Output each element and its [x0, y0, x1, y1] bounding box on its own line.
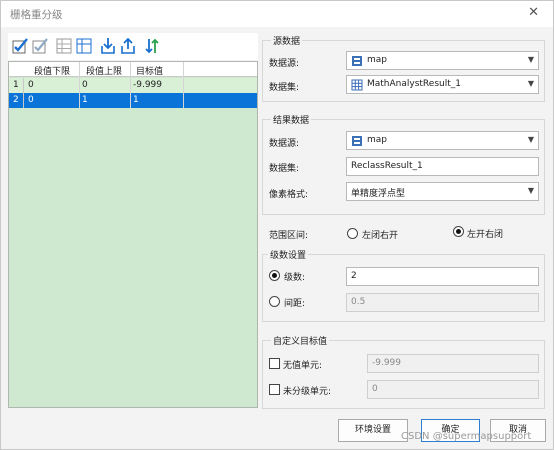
row-number: 2: [9, 93, 24, 108]
unclassed-checkbox[interactable]: [269, 384, 280, 395]
environment-settings-button[interactable]: 环境设置: [338, 419, 408, 442]
datasource-icon: [352, 136, 362, 146]
table-header: 段值下限 段值上限 目标值: [9, 62, 257, 77]
chevron-down-icon[interactable]: ▼: [528, 55, 534, 64]
column-divider: [183, 62, 184, 108]
cell-high[interactable]: 0: [82, 80, 88, 90]
nodata-input[interactable]: -9.999: [367, 354, 539, 373]
result-dataset-label: 数据集:: [269, 164, 300, 174]
source-group-label: 源数据: [271, 34, 303, 47]
cell-target[interactable]: -9.999: [133, 80, 162, 90]
level-count-label[interactable]: 级数:: [284, 270, 305, 283]
reclass-table[interactable]: 段值下限 段值上限 目标值 1 0 0 -9.999 2 0 1 1: [8, 61, 258, 408]
cell-low[interactable]: 0: [28, 80, 34, 90]
chevron-down-icon[interactable]: ▼: [528, 79, 534, 88]
source-dataset-combo[interactable]: MathAnalystResult_1 ▼: [346, 75, 539, 94]
cell-target[interactable]: 1: [133, 95, 139, 105]
row-number: 1: [9, 78, 24, 93]
source-datasource-combo[interactable]: map ▼: [346, 51, 539, 70]
nodata-checkbox[interactable]: [269, 358, 280, 369]
pixel-format-combo[interactable]: 单精度浮点型 ▼: [346, 182, 539, 201]
level-count-input[interactable]: 2: [346, 267, 539, 286]
select-invert-icon[interactable]: [30, 36, 50, 56]
chevron-down-icon[interactable]: ▼: [528, 135, 534, 144]
levels-group-label: 级数设置: [268, 248, 309, 261]
level-count-radio[interactable]: [269, 270, 280, 281]
source-dataset-label: 数据集:: [269, 83, 300, 93]
pixel-format-label: 像素格式:: [269, 190, 309, 200]
grid-dataset-icon: [351, 79, 363, 91]
range-left-closed-label[interactable]: 左闭右开: [362, 228, 398, 241]
custom-target-group-label: 自定义目标值: [271, 334, 330, 347]
cell-high[interactable]: 1: [82, 95, 88, 105]
select-all-icon[interactable]: [10, 36, 30, 56]
grid-table-icon[interactable]: [54, 36, 74, 56]
title-bar: 栅格重分级 ✕: [1, 1, 553, 27]
import-icon[interactable]: [98, 36, 118, 56]
header-high[interactable]: 段值上限: [86, 64, 122, 77]
result-group-label: 结果数据: [271, 113, 312, 126]
source-datasource-label: 数据源:: [269, 59, 300, 69]
export-icon[interactable]: [118, 36, 138, 56]
column-divider: [79, 62, 80, 108]
table-row[interactable]: 1 0 0 -9.999: [9, 78, 257, 93]
header-low[interactable]: 段值下限: [34, 64, 70, 77]
table-row[interactable]: 2 0 1 1: [9, 93, 257, 108]
window-title: 栅格重分级: [10, 9, 63, 21]
chevron-down-icon[interactable]: ▼: [528, 186, 534, 195]
range-label: 范围区间:: [269, 231, 309, 241]
nodata-label[interactable]: 无值单元:: [283, 358, 322, 371]
column-divider: [130, 62, 131, 108]
toolbar: [8, 33, 258, 60]
datasource-icon: [352, 56, 362, 66]
grid-table-alt-icon[interactable]: [74, 36, 94, 56]
header-target[interactable]: 目标值: [136, 64, 163, 77]
reverse-sort-icon[interactable]: [142, 36, 162, 56]
range-left-closed-radio[interactable]: [347, 228, 358, 239]
result-datasource-combo[interactable]: map ▼: [346, 131, 539, 150]
dialog-window: 栅格重分级 ✕ 段值下限 段值上限 目标值 1 0 0 -9.999 2 0 1…: [0, 0, 554, 450]
level-interval-radio[interactable]: [269, 296, 280, 307]
close-icon[interactable]: ✕: [528, 5, 539, 20]
unclassed-input[interactable]: 0: [367, 380, 539, 399]
level-interval-input[interactable]: 0.5: [346, 293, 539, 312]
range-right-closed-label[interactable]: 左开右闭: [467, 227, 503, 240]
unclassed-label[interactable]: 未分级单元:: [283, 384, 331, 397]
result-dataset-input[interactable]: ReclassResult_1: [346, 157, 539, 176]
range-right-closed-radio[interactable]: [453, 226, 464, 237]
watermark: CSDN @supermapsupport: [401, 431, 532, 442]
result-datasource-label: 数据源:: [269, 139, 300, 149]
cell-low[interactable]: 0: [28, 95, 34, 105]
level-interval-label[interactable]: 间距:: [284, 296, 305, 309]
